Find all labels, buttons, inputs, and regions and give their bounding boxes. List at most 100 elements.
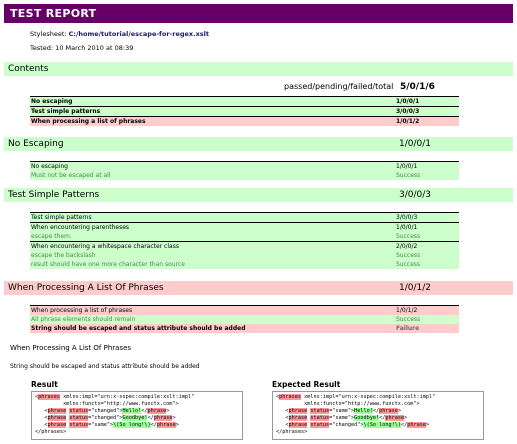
xml-text: \(So long!\) [113, 422, 151, 428]
row-label: All phrase elements should remain [31, 316, 136, 323]
row-value: Failure [396, 325, 420, 332]
simple-patterns-table: Test simple patterns 3/0/0/3 When encoun… [30, 212, 459, 269]
contents-row-no-escaping[interactable]: No escaping 1/0/0/1 [30, 96, 459, 106]
xml-tag: phrase [288, 422, 308, 428]
row-value: 3/0/0/3 [396, 108, 420, 115]
row-value: Success [396, 252, 421, 259]
xml-tag: phrases [279, 394, 301, 400]
contents-row-simple-patterns[interactable]: Test simple patterns 3/0/0/3 [30, 106, 459, 116]
xml-attrs: xmlns:impl="urn:x-xspec:compile:xslt:imp… [301, 394, 436, 400]
stylesheet-label: Stylesheet: [30, 30, 67, 38]
xml-attr: status [310, 408, 330, 414]
xml-text: Goodbye! [354, 415, 380, 421]
row-value: Success [396, 233, 421, 240]
row-label: Test simple patterns [31, 108, 101, 115]
xml-tag: phrase [47, 415, 67, 421]
section-label: No Escaping [8, 139, 64, 149]
tested-line: Tested: 10 March 2010 at 08:39 [30, 44, 134, 52]
contents-heading: Contents [4, 62, 513, 76]
table-row: When encountering parentheses 1/0/0/1 [30, 222, 459, 232]
xml-tag: phrase [47, 408, 67, 414]
expected-code-block: <phrases xmlns:impl="urn:x-xspec:compile… [272, 391, 484, 440]
row-value: 1/0/1/2 [396, 307, 418, 314]
row-label: When encountering a whitespace character… [31, 243, 179, 250]
row-value: 1/0/0/1 [396, 163, 418, 170]
xml-attrs: xmlns:impl="urn:x-xspec:compile:xslt:imp… [60, 394, 195, 400]
xml-value: "same" [332, 408, 351, 414]
xml-value: "same" [91, 422, 110, 428]
xml-close: </phrases> [276, 429, 308, 435]
xml-tag: phrase [156, 422, 176, 428]
summary-value: 5/0/1/6 [400, 82, 435, 92]
xml-tag: phrase [288, 408, 308, 414]
row-label: escape them. [31, 233, 72, 240]
xml-text: Hello! [122, 408, 142, 414]
xml-value: "changed" [332, 422, 361, 428]
section-total: 3/0/0/3 [399, 190, 432, 200]
contents-summary: passed/pending/failed/total 5/0/1/6 [4, 82, 513, 96]
xml-tag: phrase [385, 415, 405, 421]
table-row: When encountering a whitespace character… [30, 241, 459, 251]
section-label: When Processing A List Of Phrases [8, 283, 164, 293]
xml-tag: phrase [407, 422, 426, 428]
xml-tag: phrase [379, 408, 398, 414]
xml-attrs: xmlns:functx="http://www.functx.com"> [276, 401, 420, 407]
row-value: Success [396, 172, 421, 179]
row-label: Test simple patterns [31, 214, 92, 221]
row-value: 3/0/0/3 [396, 214, 418, 221]
xml-tag: phrase [288, 415, 308, 421]
expected-heading: Expected Result [272, 380, 341, 389]
table-row-failure[interactable]: String should be escaped and status attr… [30, 324, 459, 333]
section-label: Test Simple Patterns [8, 190, 100, 200]
row-label: String should be escaped and status attr… [31, 325, 246, 332]
xml-attr: status [310, 422, 330, 428]
simple-patterns-heading: Test Simple Patterns 3/0/0/3 [4, 188, 513, 202]
failure-description: String should be escaped and status attr… [10, 363, 200, 370]
summary-label: passed/pending/failed/total [284, 82, 394, 91]
table-row: Test simple patterns 3/0/0/3 [30, 212, 459, 222]
xml-text: Hello! [354, 408, 373, 414]
row-label: When processing a list of phrases [31, 118, 146, 125]
xml-tag: phrases [38, 394, 60, 400]
xml-tag: phrase [153, 415, 173, 421]
result-heading: Result [31, 380, 58, 389]
no-escaping-heading: No Escaping 1/0/0/1 [4, 137, 513, 151]
table-row: All phrase elements should remain Succes… [30, 315, 459, 324]
stylesheet-line: Stylesheet: C:/home/tutorial/escape-for-… [30, 30, 209, 38]
row-label: No escaping [31, 163, 68, 170]
xml-attr: status [310, 415, 330, 421]
row-label: No escaping [31, 98, 73, 105]
xml-close: </phrases> [35, 429, 67, 435]
table-row: When processing a list of phrases 1/0/1/… [30, 305, 459, 315]
phrases-table: When processing a list of phrases 1/0/1/… [30, 305, 459, 333]
table-row: Must not be escaped at all Success [30, 171, 459, 180]
failure-title: When Processing A List Of Phrases [10, 344, 132, 352]
xml-attr: status [69, 408, 89, 414]
xml-attrs: xmlns:functx="http://www.functx.com"> [35, 401, 179, 407]
stylesheet-path[interactable]: C:/home/tutorial/escape-for-regex.xslt [69, 30, 209, 38]
contents-table: No escaping 1/0/0/1 Test simple patterns… [30, 96, 459, 126]
xml-attr: status [69, 422, 89, 428]
row-value: Success [396, 261, 421, 268]
row-label: Must not be escaped at all [31, 172, 111, 179]
row-value: Success [396, 316, 421, 323]
xml-value: "changed" [91, 415, 120, 421]
table-row: result should have one more character th… [30, 260, 459, 269]
no-escaping-table: No escaping 1/0/0/1 Must not be escaped … [30, 161, 459, 180]
xml-text: \(So long!\) [363, 422, 401, 428]
section-total: 1/0/1/2 [399, 283, 432, 293]
phrases-heading: When Processing A List Of Phrases 1/0/1/… [4, 281, 513, 295]
row-label: escape the backslash [31, 252, 96, 259]
section-total: 1/0/0/1 [399, 139, 432, 149]
row-label: When encountering parentheses [31, 224, 130, 231]
table-row: escape them. Success [30, 232, 459, 241]
xml-attr: status [69, 415, 89, 421]
table-row: No escaping 1/0/0/1 [30, 161, 459, 171]
row-value: 2/0/0/2 [396, 243, 418, 250]
row-label: result should have one more character th… [31, 261, 185, 268]
contents-row-phrases[interactable]: When processing a list of phrases 1/0/1/… [30, 116, 459, 126]
contents-heading-label: Contents [8, 64, 49, 74]
xml-value: "same" [332, 415, 351, 421]
report-title: TEST REPORT [4, 4, 513, 23]
row-value: 1/0/0/1 [396, 98, 420, 105]
